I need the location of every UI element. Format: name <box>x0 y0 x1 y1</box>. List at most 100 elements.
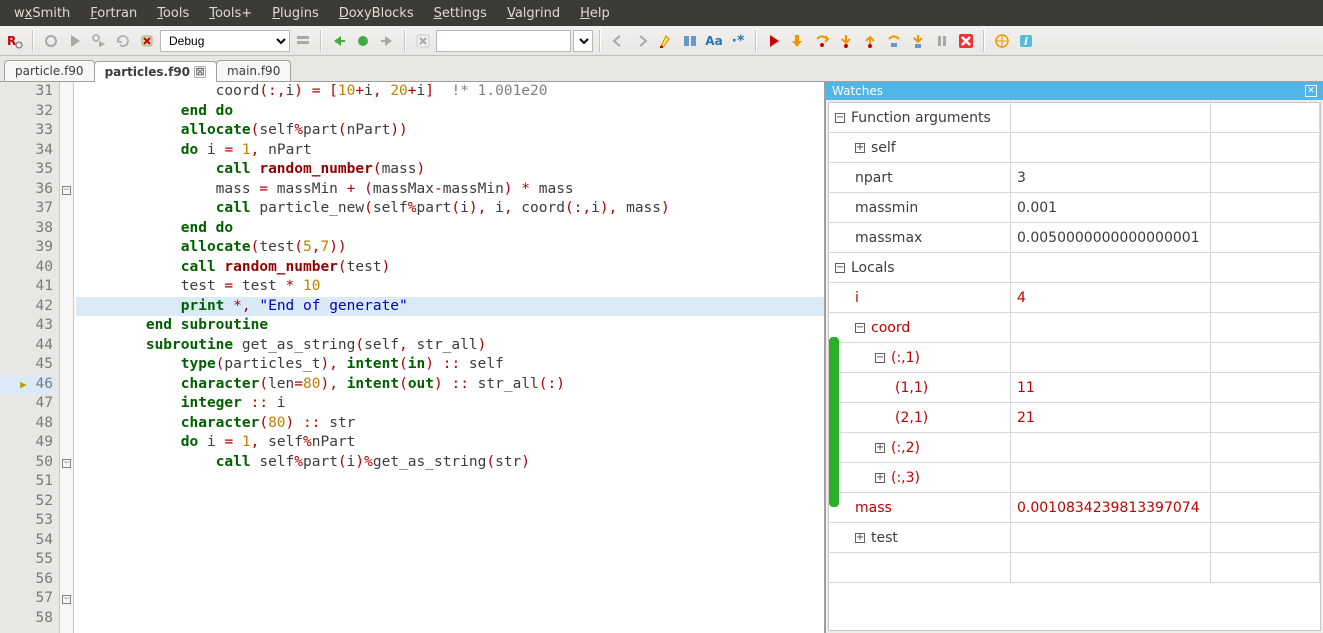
watch-row[interactable]: mass0.0010834239813397074 <box>829 493 1320 523</box>
watch-row[interactable]: −(:,1) <box>829 343 1320 373</box>
watch-value <box>1011 313 1211 342</box>
svg-text:R: R <box>7 34 16 48</box>
stop-debug-icon[interactable] <box>955 30 977 52</box>
watch-row[interactable]: npart 3 <box>829 163 1320 193</box>
code-area[interactable]: coord(:,i) = [10+i, 20+i] !* 1.001e20 en… <box>74 82 824 633</box>
watch-value <box>1011 463 1211 492</box>
menu-doxyblocks[interactable]: DoxyBlocks <box>329 2 424 25</box>
stop-icon[interactable] <box>412 30 434 52</box>
menu-settings[interactable]: Settings <box>424 2 497 25</box>
rebuild-icon[interactable] <box>112 30 134 52</box>
build-icon[interactable] <box>40 30 62 52</box>
watch-row[interactable]: (1,1)11 <box>829 373 1320 403</box>
watch-row[interactable]: + (:,3) <box>829 463 1320 493</box>
watch-row[interactable]: + test <box>829 523 1320 553</box>
close-icon[interactable]: ✕ <box>1305 85 1317 97</box>
watches-grid[interactable]: −Function arguments+selfnpart3massmin0.0… <box>828 102 1321 631</box>
expand-icon[interactable]: + <box>855 143 865 153</box>
expand-icon[interactable]: + <box>855 533 865 543</box>
watch-row[interactable]: i4 <box>829 283 1320 313</box>
dropdown-icon[interactable] <box>292 30 314 52</box>
search-input[interactable] <box>436 30 571 52</box>
debug-run-icon[interactable] <box>763 30 785 52</box>
watch-row[interactable]: −Locals <box>829 253 1320 283</box>
menu-tools[interactable]: Tools <box>147 2 199 25</box>
watch-value <box>1011 433 1211 462</box>
tab-main-f90[interactable]: main.f90 <box>216 60 291 81</box>
fold-gutter[interactable]: −−− <box>60 82 74 633</box>
watch-value: 0.001 <box>1011 193 1211 222</box>
continue-icon[interactable] <box>352 30 374 52</box>
toolbar: R Debug Aa ·* i <box>0 26 1323 56</box>
menu-valgrind[interactable]: Valgrind <box>497 2 570 25</box>
watch-name: self <box>871 140 896 156</box>
watch-row[interactable]: −coord <box>829 313 1320 343</box>
menu-plugins[interactable]: Plugins <box>262 2 329 25</box>
watch-name: npart <box>855 170 893 186</box>
nav-fwd-icon[interactable] <box>631 30 653 52</box>
watch-name: mass <box>855 500 892 516</box>
watches-titlebar[interactable]: Watches ✕ <box>826 82 1323 100</box>
menu-fortran[interactable]: Fortran <box>80 2 147 25</box>
expand-icon[interactable]: + <box>875 473 885 483</box>
build-run-icon[interactable] <box>88 30 110 52</box>
step-into-icon[interactable] <box>835 30 857 52</box>
select-icon[interactable] <box>679 30 701 52</box>
step-forward-icon[interactable] <box>376 30 398 52</box>
nav-back-icon[interactable] <box>607 30 629 52</box>
break-icon[interactable] <box>931 30 953 52</box>
changed-indicator <box>829 337 839 507</box>
step-into-instr-icon[interactable] <box>907 30 929 52</box>
target-combo[interactable]: Debug <box>160 30 290 52</box>
step-back-icon[interactable] <box>328 30 350 52</box>
menu-help[interactable]: Help <box>570 2 620 25</box>
regex-icon[interactable]: ·* <box>727 30 749 52</box>
watch-value <box>1011 133 1211 162</box>
watch-value: 3 <box>1011 163 1211 192</box>
search-dropdown[interactable] <box>573 30 593 52</box>
watch-value: 0.0050000000000000001 <box>1011 223 1211 252</box>
step-out-icon[interactable] <box>859 30 881 52</box>
svg-text:i: i <box>1024 35 1028 48</box>
watch-row[interactable]: + self <box>829 133 1320 163</box>
watch-row[interactable]: massmax0.0050000000000000001 <box>829 223 1320 253</box>
watch-row[interactable]: (2,1)21 <box>829 403 1320 433</box>
tab-particle-f90[interactable]: particle.f90 <box>4 60 95 81</box>
watch-name: Locals <box>851 260 895 276</box>
info-icon[interactable]: i <box>1015 30 1037 52</box>
watch-name: (:,3) <box>891 470 920 486</box>
watch-row[interactable]: −Function arguments <box>829 103 1320 133</box>
watch-row[interactable]: massmin0.001 <box>829 193 1320 223</box>
expand-icon[interactable]: + <box>875 443 885 453</box>
expand-icon[interactable]: − <box>855 323 865 333</box>
watch-row[interactable] <box>829 553 1320 583</box>
tab-particles-f90[interactable]: particles.f90⊠ <box>94 61 217 82</box>
expand-icon[interactable]: − <box>835 113 845 123</box>
watches-panel: Watches ✕ −Function arguments+selfnpart3… <box>825 82 1323 633</box>
watch-name: (:,1) <box>891 350 920 366</box>
run-icon[interactable] <box>64 30 86 52</box>
watch-name: Function arguments <box>851 110 991 126</box>
watch-row[interactable]: +(:,2) <box>829 433 1320 463</box>
menu-tools+[interactable]: Tools+ <box>199 2 262 25</box>
watch-value <box>1011 253 1211 282</box>
watch-name: coord <box>871 320 910 336</box>
case-icon[interactable]: Aa <box>703 30 725 52</box>
expand-icon[interactable]: − <box>875 353 885 363</box>
abort-icon[interactable] <box>136 30 158 52</box>
watch-value: 4 <box>1011 283 1211 312</box>
highlight-icon[interactable] <box>655 30 677 52</box>
debug-windows-icon[interactable] <box>991 30 1013 52</box>
watch-name: test <box>871 530 898 546</box>
tab-close-icon[interactable]: ⊠ <box>194 66 206 78</box>
menu-wxsmith[interactable]: wxSmith <box>4 2 80 25</box>
next-line-icon[interactable] <box>811 30 833 52</box>
next-instr-icon[interactable] <box>883 30 905 52</box>
menubar: wxSmithFortranToolsTools+PluginsDoxyBloc… <box>0 0 1323 26</box>
rec-icon[interactable]: R <box>4 30 26 52</box>
expand-icon[interactable]: − <box>835 263 845 273</box>
watch-name: i <box>855 290 859 306</box>
line-gutter: 313233343536373839404142434445▶ 46474849… <box>0 82 60 633</box>
code-editor[interactable]: 313233343536373839404142434445▶ 46474849… <box>0 82 825 633</box>
run-to-cursor-icon[interactable] <box>787 30 809 52</box>
